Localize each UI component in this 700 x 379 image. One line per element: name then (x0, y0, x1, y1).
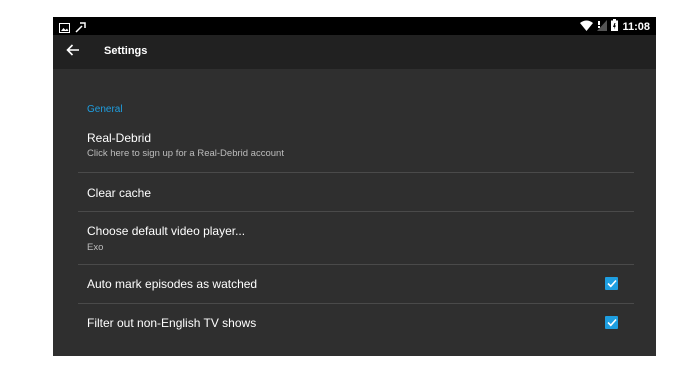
battery-icon (611, 19, 619, 34)
settings-list: General Real-Debrid Click here to sign u… (53, 69, 656, 356)
setting-default-video-player[interactable]: Choose default video player... Exo (78, 212, 634, 264)
signal-icon (597, 19, 608, 34)
setting-summary: Exo (87, 242, 104, 253)
device-screen: 11:08 Settings General Real-Debrid Click… (53, 17, 656, 356)
status-time: 11:08 (622, 20, 650, 33)
setting-title: Filter out non-English TV shows (87, 316, 257, 330)
page-title: Settings (104, 45, 148, 57)
status-right-icons: 11:08 (580, 19, 650, 34)
setting-title: Choose default video player... (87, 224, 246, 238)
setting-title: Auto mark episodes as watched (87, 277, 258, 291)
setting-summary: Click here to sign up for a Real-Debrid … (87, 148, 284, 159)
auto-mark-checkbox[interactable] (605, 277, 618, 290)
arrow-left-icon (66, 43, 80, 61)
status-bar: 11:08 (53, 17, 656, 35)
back-button[interactable] (62, 41, 84, 63)
setting-real-debrid[interactable]: Real-Debrid Click here to sign up for a … (78, 127, 634, 169)
check-icon (606, 275, 617, 293)
filter-non-english-checkbox[interactable] (605, 316, 618, 329)
wifi-icon (580, 20, 594, 34)
section-header-general: General (87, 104, 123, 115)
setting-title: Real-Debrid (87, 131, 152, 145)
setting-auto-mark-episodes[interactable]: Auto mark episodes as watched (78, 265, 634, 302)
setting-title: Clear cache (87, 186, 152, 200)
setting-filter-non-english[interactable]: Filter out non-English TV shows (78, 304, 634, 341)
app-bar: Settings (53, 35, 656, 69)
setting-clear-cache[interactable]: Clear cache (78, 173, 634, 211)
check-icon (606, 314, 617, 332)
